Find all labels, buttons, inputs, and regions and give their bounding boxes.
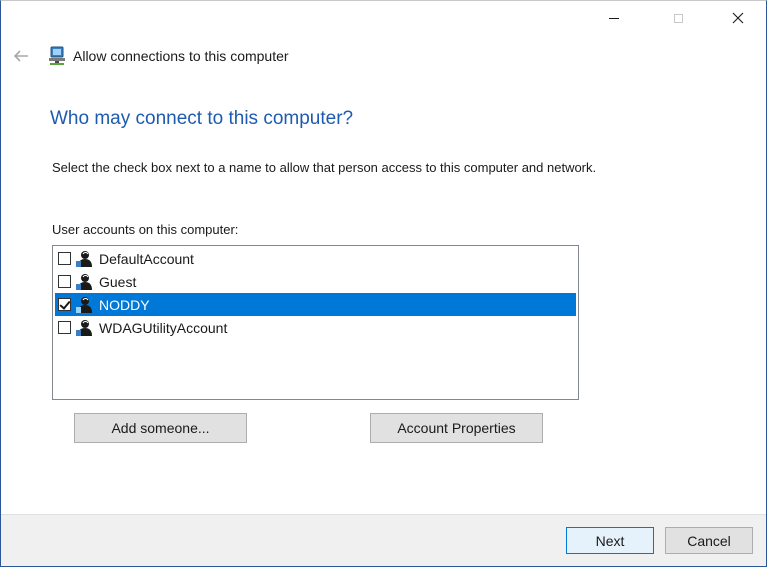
- instruction-text: Select the check box next to a name to a…: [52, 160, 597, 175]
- wizard-window: Allow connections to this computer Who m…: [0, 0, 767, 567]
- minimize-button[interactable]: [591, 1, 637, 35]
- close-icon: [732, 12, 744, 24]
- noddy-checkbox[interactable]: [58, 298, 71, 311]
- user-icon: [76, 319, 92, 336]
- list-item-wdagutilityaccount[interactable]: WDAGUtilityAccount: [55, 316, 576, 339]
- close-button[interactable]: [715, 1, 761, 35]
- minimize-icon: [609, 17, 619, 19]
- window-title: Allow connections to this computer: [73, 48, 289, 64]
- add-someone-button[interactable]: Add someone...: [74, 413, 247, 443]
- maximize-icon: [673, 13, 683, 23]
- list-item-noddy[interactable]: NODDY: [55, 293, 576, 316]
- account-name: WDAGUtilityAccount: [99, 319, 228, 336]
- network-computer-icon: [49, 46, 65, 65]
- defaultaccount-checkbox[interactable]: [58, 252, 71, 265]
- account-name: NODDY: [99, 296, 150, 313]
- back-arrow-icon[interactable]: [11, 47, 31, 65]
- list-item-guest[interactable]: Guest: [55, 270, 576, 293]
- wdagutilityaccount-checkbox[interactable]: [58, 321, 71, 334]
- account-name: Guest: [99, 273, 137, 290]
- user-icon: [76, 250, 92, 267]
- user-icon: [76, 273, 92, 290]
- account-name: DefaultAccount: [99, 250, 194, 267]
- wizard-footer: Next Cancel: [1, 514, 766, 566]
- account-properties-button[interactable]: Account Properties: [370, 413, 543, 443]
- cancel-button[interactable]: Cancel: [665, 527, 753, 554]
- user-icon: [76, 296, 92, 313]
- page-heading: Who may connect to this computer?: [50, 108, 354, 129]
- user-accounts-label: User accounts on this computer:: [52, 222, 239, 237]
- next-button[interactable]: Next: [566, 527, 654, 554]
- list-item-defaultaccount[interactable]: DefaultAccount: [55, 247, 576, 270]
- user-accounts-list[interactable]: DefaultAccount Guest NODDY WDAGUtilityAc…: [52, 245, 579, 400]
- guest-checkbox[interactable]: [58, 275, 71, 288]
- maximize-button[interactable]: [655, 1, 701, 35]
